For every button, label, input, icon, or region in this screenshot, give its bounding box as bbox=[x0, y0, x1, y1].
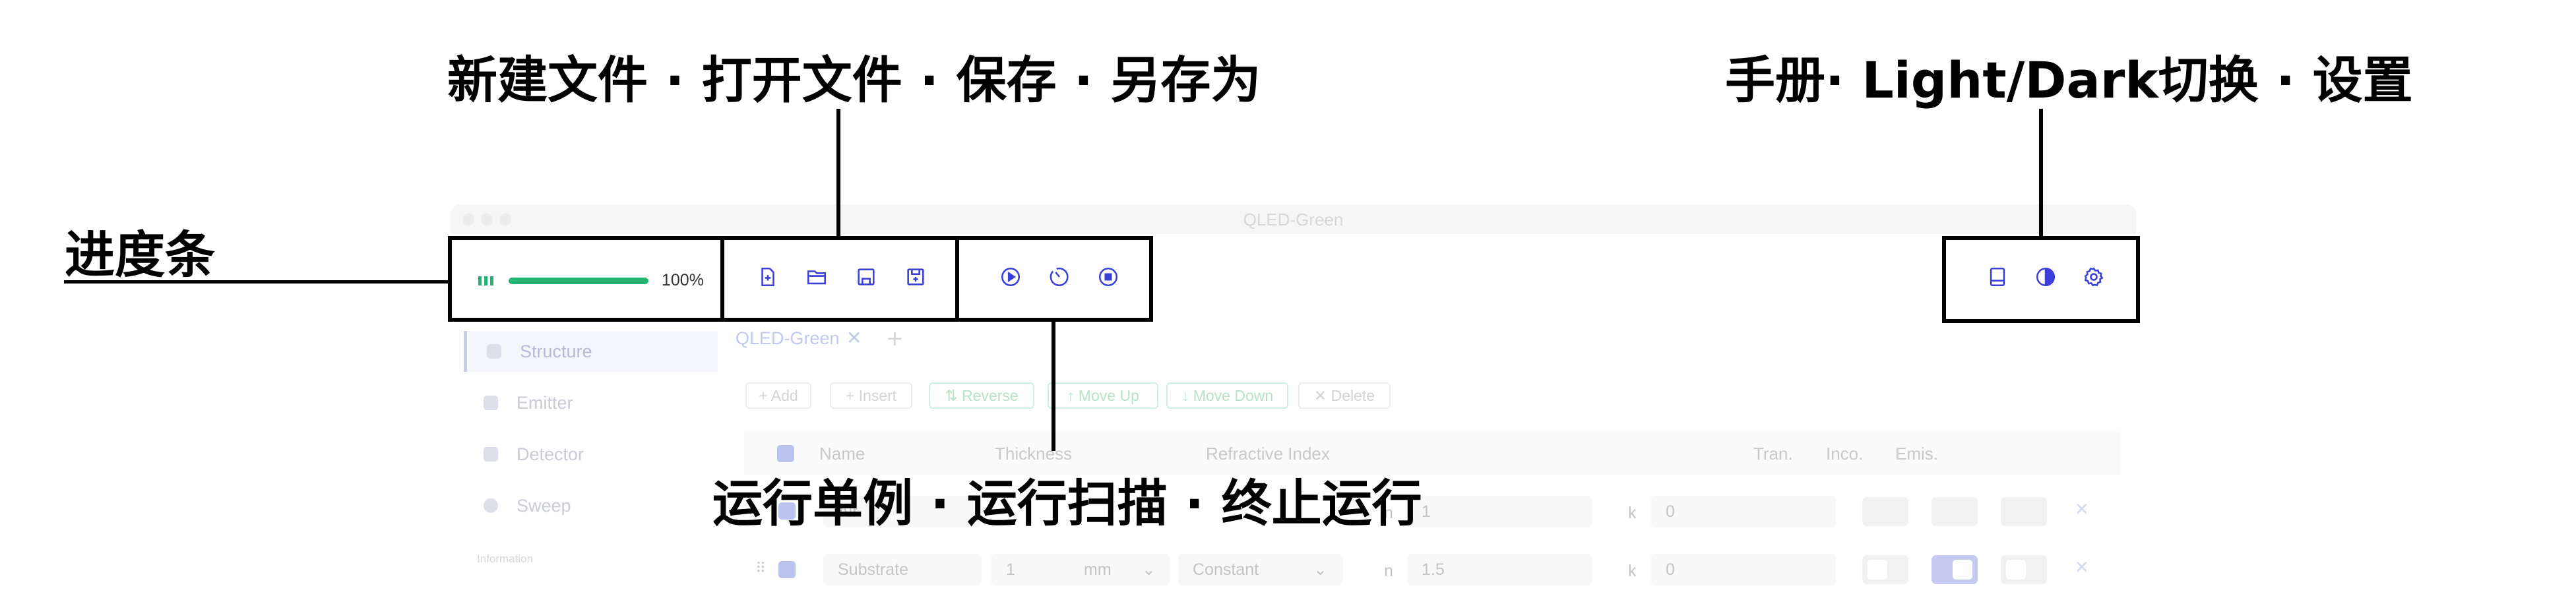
new-file-icon[interactable] bbox=[756, 265, 780, 289]
delete-layer-button[interactable]: ✕ Delete bbox=[1298, 382, 1391, 409]
sidebar-item-label: Sweep bbox=[517, 495, 571, 516]
tran-toggle[interactable] bbox=[1862, 497, 1908, 526]
sidebar-item-structure[interactable]: Structure bbox=[464, 331, 718, 372]
sidebar-item-detector[interactable]: Detector bbox=[464, 434, 714, 475]
chevron-down-icon: ⌄ bbox=[1142, 560, 1156, 579]
thickness-unit: mm bbox=[1084, 560, 1112, 579]
theme-toggle-icon[interactable] bbox=[2034, 265, 2058, 289]
sliders-icon bbox=[484, 447, 498, 462]
right-ops-callout: 手册· Light/Dark切换 · 设置 bbox=[1725, 51, 2413, 109]
run-toolbar bbox=[955, 236, 1153, 322]
file-ops-leader-line bbox=[836, 109, 840, 237]
reverse-layers-button[interactable]: ⇅ Reverse bbox=[929, 382, 1034, 409]
manual-icon[interactable] bbox=[1986, 265, 2009, 289]
move-down-button[interactable]: ↓ Move Down bbox=[1166, 382, 1288, 409]
k-label: k bbox=[1628, 562, 1637, 580]
database-icon bbox=[487, 344, 501, 359]
inco-toggle[interactable] bbox=[1932, 555, 1978, 584]
progress-indicator-icon bbox=[478, 276, 495, 285]
progress-bar bbox=[509, 278, 648, 284]
progress-toolbar: 100% bbox=[448, 236, 725, 322]
file-ops-callout: 新建文件 · 打开文件 · 保存 · 另存为 bbox=[447, 51, 1261, 109]
chevron-down-icon: ⌄ bbox=[1313, 560, 1327, 579]
run-single-icon[interactable] bbox=[999, 265, 1022, 289]
progress-callout: 进度条 bbox=[65, 225, 215, 284]
insert-layer-button[interactable]: + Insert bbox=[830, 382, 912, 409]
row-checkbox[interactable] bbox=[778, 561, 796, 578]
thickness-field[interactable]: 1 mm ⌄ bbox=[991, 554, 1170, 585]
tran-toggle[interactable] bbox=[1862, 555, 1908, 584]
thickness-value: 1 bbox=[1006, 560, 1015, 579]
k-label: k bbox=[1628, 504, 1637, 522]
move-up-button[interactable]: ↑ Move Up bbox=[1048, 382, 1158, 409]
sidebar-item-sweep[interactable]: Sweep bbox=[464, 485, 714, 526]
right-toolbar bbox=[1942, 236, 2140, 323]
sidebar-section-title: Information bbox=[477, 553, 534, 565]
progress-percent: 100% bbox=[662, 271, 704, 289]
delete-row-icon[interactable]: ✕ bbox=[2075, 500, 2089, 520]
window-title: QLED-Green bbox=[1243, 210, 1344, 229]
sidebar-item-emitter[interactable]: Emitter bbox=[464, 382, 714, 423]
sparkle-icon bbox=[484, 396, 498, 410]
inco-toggle[interactable] bbox=[1932, 497, 1978, 526]
sweep-icon bbox=[484, 498, 498, 513]
sidebar-item-label: Emitter bbox=[517, 392, 573, 413]
open-folder-icon[interactable] bbox=[805, 265, 829, 289]
column-tran: Tran. bbox=[1753, 444, 1793, 463]
tab-qled-green[interactable]: QLED-Green bbox=[736, 328, 840, 349]
column-refractive-index: Refractive Index bbox=[1206, 444, 1330, 463]
column-emis: Emis. bbox=[1895, 444, 1938, 463]
select-all-checkbox[interactable] bbox=[777, 445, 794, 462]
n-field[interactable]: 1 bbox=[1407, 496, 1592, 527]
delete-row-icon[interactable]: ✕ bbox=[2075, 558, 2089, 578]
drag-handle-icon[interactable]: ⠿ bbox=[755, 560, 766, 577]
dispersion-model-select[interactable]: Constant ⌄ bbox=[1178, 554, 1343, 585]
right-ops-leader-line bbox=[2039, 109, 2043, 237]
emis-toggle[interactable] bbox=[2001, 497, 2047, 526]
k-field[interactable]: 0 bbox=[1651, 496, 1836, 527]
add-layer-button[interactable]: + Add bbox=[745, 382, 811, 409]
title-bar: QLED-Green bbox=[451, 204, 2136, 234]
sidebar-item-label: Detector bbox=[517, 444, 584, 464]
stop-icon[interactable] bbox=[1096, 265, 1120, 289]
n-field[interactable]: 1.5 bbox=[1407, 554, 1592, 585]
column-thickness: Thickness bbox=[995, 444, 1073, 463]
new-tab-button[interactable]: + bbox=[886, 326, 904, 351]
run-ops-leader-line bbox=[1052, 321, 1055, 451]
emis-toggle[interactable] bbox=[2001, 555, 2047, 584]
run-sweep-icon[interactable] bbox=[1048, 265, 1071, 289]
column-inco: Inco. bbox=[1826, 444, 1864, 463]
save-as-icon[interactable] bbox=[904, 265, 927, 289]
settings-icon[interactable] bbox=[2082, 265, 2106, 289]
file-toolbar bbox=[720, 236, 959, 322]
progress-leader-line bbox=[64, 280, 450, 284]
run-ops-callout: 运行单例 · 运行扫描 · 终止运行 bbox=[712, 474, 1422, 533]
close-tab-icon[interactable]: ✕ bbox=[846, 327, 862, 349]
sidebar-item-label: Structure bbox=[520, 341, 592, 361]
layer-name-field[interactable]: Substrate bbox=[823, 554, 982, 585]
column-name: Name bbox=[819, 444, 865, 463]
model-value: Constant bbox=[1193, 560, 1259, 579]
k-field[interactable]: 0 bbox=[1651, 554, 1836, 585]
save-icon[interactable] bbox=[854, 265, 878, 289]
n-label: n bbox=[1384, 562, 1393, 580]
progress-fill bbox=[509, 278, 648, 284]
